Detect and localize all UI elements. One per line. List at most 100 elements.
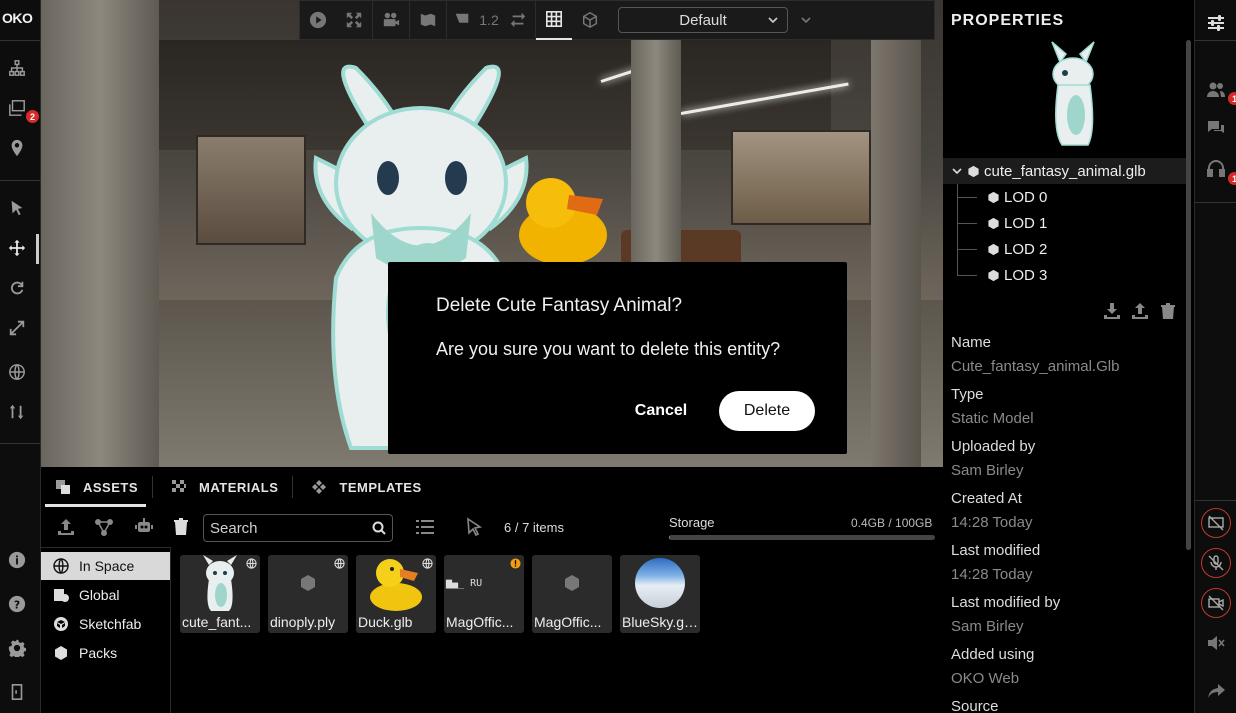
- hierarchy-icon[interactable]: [5, 56, 29, 80]
- search-icon[interactable]: [372, 521, 386, 535]
- cube-icon: [968, 165, 979, 177]
- asset-thumbnail-text: ▆▄_ RU: [446, 577, 483, 589]
- rail-divider: [0, 443, 41, 444]
- camera-icon[interactable]: [373, 0, 409, 40]
- rail-divider: [0, 40, 41, 41]
- templates-icon: [312, 480, 327, 494]
- source-in-space[interactable]: In Space: [41, 552, 170, 580]
- screen-share-off-icon: [1208, 515, 1224, 531]
- lod-label: LOD 3: [1004, 266, 1048, 284]
- properties-title: PROPERTIES: [951, 12, 1065, 29]
- help-icon[interactable]: ?: [5, 592, 29, 616]
- camera-off-icon: [1208, 595, 1224, 611]
- trash-icon[interactable]: [1159, 302, 1177, 320]
- prop-value-last-modified-by: Sam Birley: [951, 618, 1024, 635]
- tab-materials[interactable]: MATERIALS: [157, 467, 288, 507]
- tree-item-lod[interactable]: LOD 3: [987, 265, 1047, 285]
- prop-label-last-modified-by: Last modified by: [951, 594, 1061, 611]
- item-count: 6 / 7 items: [504, 520, 564, 535]
- chat-icon[interactable]: [1206, 118, 1226, 138]
- asset-name: BlueSky.gl...: [622, 614, 698, 630]
- settings-icon[interactable]: [5, 636, 29, 660]
- asset-name: cute_fant...: [182, 614, 252, 630]
- sort-icon[interactable]: [5, 400, 29, 424]
- screen-share-off-toggle[interactable]: [1201, 508, 1231, 538]
- source-packs[interactable]: Packs: [41, 639, 170, 667]
- tab-templates[interactable]: TEMPLATES: [297, 467, 431, 507]
- cube-icon: [988, 269, 999, 281]
- globe-icon[interactable]: [5, 360, 29, 384]
- asset-card[interactable]: MagOffic...: [532, 555, 612, 633]
- left-rail: OKO 2 ?: [0, 0, 41, 713]
- robot-icon[interactable]: [134, 517, 154, 537]
- storage-label: Storage: [669, 515, 715, 530]
- delete-entity-dialog: Delete Cute Fantasy Animal? Are you sure…: [388, 262, 847, 454]
- trash-icon[interactable]: [171, 517, 191, 537]
- camera-preset-select[interactable]: Default: [618, 7, 788, 33]
- storage-bar: [669, 535, 935, 540]
- users-icon[interactable]: [1206, 80, 1226, 100]
- share-arrow-icon[interactable]: [1206, 681, 1226, 701]
- source-sketchfab[interactable]: Sketchfab: [41, 610, 170, 638]
- select-pointer-icon[interactable]: [464, 517, 484, 537]
- rotate-icon[interactable]: [5, 276, 29, 300]
- model-preview: [1051, 41, 1095, 146]
- asset-card[interactable]: cute_fant...: [180, 555, 260, 633]
- upload-icon[interactable]: [56, 517, 76, 537]
- right-rail: 1 1: [1194, 0, 1236, 713]
- asset-name: MagOffic...: [446, 614, 514, 630]
- headphones-icon[interactable]: [1206, 158, 1226, 178]
- lod-label: LOD 2: [1004, 240, 1048, 258]
- toolbar-collapse-icon[interactable]: [792, 0, 820, 40]
- asset-card[interactable]: dinoply.ply: [268, 555, 348, 633]
- tab-assets-label: ASSETS: [83, 479, 139, 495]
- tree-item-lod[interactable]: LOD 0: [987, 187, 1047, 207]
- asset-name: MagOffic...: [534, 614, 602, 630]
- select-cursor-icon[interactable]: [5, 196, 29, 220]
- tree-item-root[interactable]: cute_fantasy_animal.glb: [943, 158, 1186, 184]
- svg-text:?: ?: [14, 599, 20, 612]
- upload-icon[interactable]: [1131, 302, 1149, 320]
- fullscreen-icon[interactable]: [336, 0, 372, 40]
- play-icon[interactable]: [300, 0, 336, 40]
- info-icon[interactable]: [5, 548, 29, 572]
- cube-view-icon[interactable]: [572, 0, 608, 40]
- fly-speed-icon[interactable]: [447, 0, 477, 40]
- tree-item-lod[interactable]: LOD 2: [987, 239, 1047, 259]
- share-nodes-icon[interactable]: [94, 517, 114, 537]
- source-global[interactable]: Global: [41, 581, 170, 609]
- search-input[interactable]: [210, 518, 360, 538]
- tab-templates-label: TEMPLATES: [339, 479, 422, 495]
- microphone-off-toggle[interactable]: [1201, 548, 1231, 578]
- asset-card[interactable]: Duck.glb: [356, 555, 436, 633]
- sliders-icon[interactable]: [1206, 13, 1226, 33]
- prop-value-type: Static Model: [951, 410, 1034, 427]
- map-pin-icon[interactable]: [410, 0, 446, 40]
- rail-divider: [1195, 202, 1236, 203]
- tree-item-lod[interactable]: LOD 1: [987, 213, 1047, 233]
- chevron-down-icon[interactable]: [951, 165, 963, 177]
- download-icon[interactable]: [1103, 302, 1121, 320]
- list-view-icon[interactable]: [415, 517, 435, 537]
- delete-button[interactable]: Delete: [719, 391, 815, 431]
- camera-off-toggle[interactable]: [1201, 588, 1231, 618]
- source-label: Global: [79, 587, 120, 603]
- prop-value-last-modified: 14:28 Today: [951, 566, 1033, 583]
- tab-assets[interactable]: ASSETS: [41, 467, 148, 507]
- asset-toolbar: 6 / 7 items Storage 0.4GB / 100GB: [41, 510, 943, 544]
- scale-icon[interactable]: [5, 316, 29, 340]
- asset-card[interactable]: BlueSky.gl...: [620, 555, 700, 633]
- location-pin-icon[interactable]: [5, 136, 29, 160]
- move-icon[interactable]: [5, 236, 29, 260]
- speaker-muted-icon[interactable]: [1206, 633, 1226, 653]
- properties-scrollbar[interactable]: [1186, 40, 1191, 550]
- swap-icon[interactable]: [501, 0, 535, 40]
- asset-card[interactable]: ▆▄_ RU MagOffic...: [444, 555, 524, 633]
- exit-icon[interactable]: [5, 680, 29, 704]
- source-label: Sketchfab: [79, 616, 142, 632]
- tab-separator: [152, 476, 154, 498]
- cube-icon: [988, 243, 999, 255]
- grid-icon[interactable]: [536, 0, 572, 40]
- tree-guide: [957, 275, 977, 276]
- cancel-button[interactable]: Cancel: [626, 399, 696, 423]
